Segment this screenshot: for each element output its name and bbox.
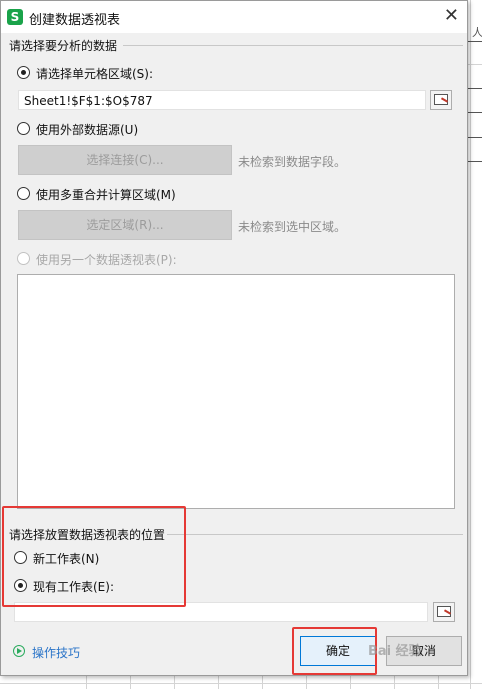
close-icon[interactable]: ✕: [444, 6, 459, 26]
placement-section-divider: [167, 534, 463, 535]
sheet-cell-text: 人: [472, 26, 482, 39]
title-bar: S 创建数据透视表 ✕: [1, 1, 467, 33]
range-picker-button[interactable]: [430, 90, 452, 110]
pivot-table-list[interactable]: [17, 274, 455, 509]
connection-hint: 未检索到数据字段。: [238, 155, 347, 169]
radio-external-source[interactable]: [17, 122, 30, 135]
annotation-highlight-ok: [292, 627, 377, 675]
source-section-divider: [123, 45, 463, 46]
radio-another-pivot-label[interactable]: 使用另一个数据透视表(P):: [36, 251, 177, 268]
region-hint: 未检索到选中区域。: [238, 220, 347, 234]
source-section-label: 请选择要分析的数据: [9, 39, 118, 53]
dialog-title: 创建数据透视表: [29, 13, 121, 28]
play-help-icon[interactable]: [13, 645, 25, 657]
radio-cell-range-label[interactable]: 请选择单元格区域(S):: [36, 65, 153, 82]
radio-cell-range[interactable]: [17, 66, 30, 79]
location-picker-button[interactable]: [433, 602, 455, 622]
radio-external-source-label[interactable]: 使用外部数据源(U): [36, 121, 138, 138]
annotation-highlight-placement: [2, 506, 186, 607]
wps-spreadsheet-icon: S: [7, 9, 23, 25]
operation-tips-link[interactable]: 操作技巧: [32, 644, 80, 661]
select-region-button[interactable]: 选定区域(R)...: [18, 210, 232, 240]
radio-another-pivot[interactable]: [17, 252, 30, 265]
create-pivot-table-dialog: S 创建数据透视表 ✕ 请选择要分析的数据 请选择单元格区域(S): Sheet…: [0, 0, 468, 676]
select-connection-button[interactable]: 选择连接(C)...: [18, 145, 232, 175]
range-input[interactable]: Sheet1!$F$1:$O$787: [18, 90, 426, 110]
watermark-text: Bai 经验: [368, 644, 422, 659]
range-select-icon: [437, 606, 451, 617]
range-select-icon: [434, 94, 448, 105]
radio-multiple-consolidation-label[interactable]: 使用多重合并计算区域(M): [36, 186, 176, 203]
radio-multiple-consolidation[interactable]: [17, 187, 30, 200]
